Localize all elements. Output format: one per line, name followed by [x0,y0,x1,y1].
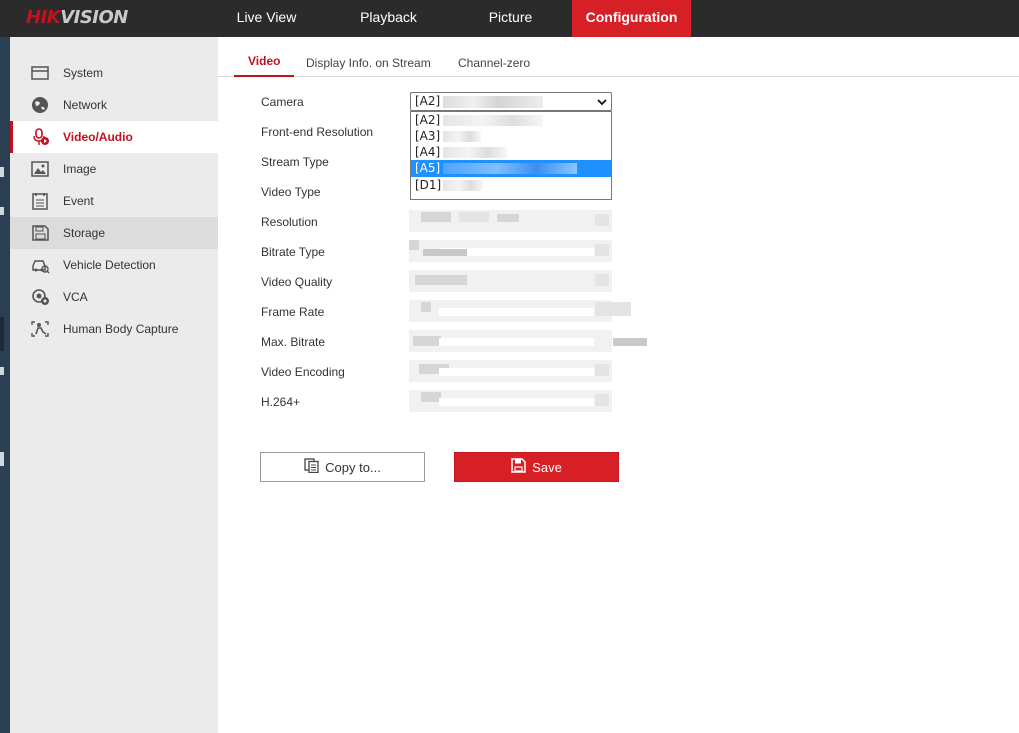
bitrate-type-label: Bitrate Type [261,245,325,259]
sidebar-item-label: Storage [63,226,106,240]
sidebar-item-label: System [63,66,104,80]
stream-type-label: Stream Type [261,155,329,169]
sidebar-item-vca[interactable]: VCA [10,281,218,313]
h264plus-field[interactable] [409,390,612,412]
sidebar-item-label: Vehicle Detection [63,258,156,272]
copy-to-label: Copy to... [325,459,381,475]
sidebar-item-label: Video/Audio [63,130,133,144]
sidebar-item-human-body-capture[interactable]: Human Body Capture [10,313,218,345]
sidebar-item-event[interactable]: Event [10,185,218,217]
tab-display-info-on-stream[interactable]: Display Info. on Stream [306,56,431,79]
sidebar-item-system[interactable]: System [10,57,218,89]
tab-video[interactable]: Video [234,54,295,77]
sidebar-item-label: Image [63,162,97,176]
sidebar-item-label: Network [63,98,108,112]
microphone-icon [30,128,50,146]
sidebar-item-image[interactable]: Image [10,153,218,185]
nav-live-view[interactable]: Live View [219,0,314,37]
desktop-edge [0,37,10,733]
redacted-camera-name [443,96,543,108]
camera-dropdown-list: [A2] [A3] [A4] [A5] [D1] [410,111,612,200]
video-quality-label: Video Quality [261,275,333,289]
camera-option-highlighted[interactable]: [A5] [411,160,611,177]
frame-rate-label: Frame Rate [261,305,325,319]
event-icon [30,192,50,210]
max-bitrate-label: Max. Bitrate [261,335,326,349]
sidebar: System Network Video/Audio Image Event S… [10,37,218,733]
save-button[interactable]: Save [454,452,619,482]
camera-option[interactable]: [A2] [411,112,611,128]
nav-playback[interactable]: Playback [341,0,436,37]
sidebar-item-storage[interactable]: Storage [10,217,218,249]
resolution-label: Resolution [261,215,318,229]
hikvision-logo: HIKVISION [26,7,128,28]
save-icon [511,458,526,476]
video-type-label: Video Type [261,185,321,199]
image-icon [30,160,50,178]
camera-option[interactable]: [A3] [411,128,611,144]
h264plus-label: H.264+ [261,395,301,409]
chevron-down-icon [597,96,607,106]
copy-icon [304,458,319,476]
camera-select[interactable]: [A2] [410,92,612,111]
video-encoding-field[interactable] [409,360,612,382]
human-body-icon [30,320,50,338]
sidebar-item-label: Event [63,194,94,208]
camera-option[interactable]: [A4] [411,144,611,160]
sidebar-item-label: VCA [63,290,88,304]
tab-bar: Video Display Info. on Stream Channel-ze… [218,37,1019,77]
resolution-field[interactable] [409,210,612,232]
system-icon [30,64,50,82]
video-encoding-label: Video Encoding [261,365,345,379]
nav-configuration[interactable]: Configuration [572,0,691,37]
vehicle-detection-icon [30,256,50,274]
front-end-resolution-label: Front-end Resolution [261,125,374,139]
tab-channel-zero[interactable]: Channel-zero [458,56,530,79]
frame-rate-field[interactable] [409,300,631,322]
save-label: Save [532,459,562,475]
sidebar-item-video-audio[interactable]: Video/Audio [10,121,218,153]
video-quality-field[interactable] [409,270,612,292]
sidebar-item-vehicle-detection[interactable]: Vehicle Detection [10,249,218,281]
globe-icon [30,96,50,114]
camera-option[interactable]: [D1] [411,177,611,193]
storage-icon [30,224,50,242]
bitrate-type-field[interactable] [409,240,612,262]
vca-icon [30,288,50,306]
top-navigation-bar: HIKVISION Live View Playback Picture Con… [0,0,1019,37]
max-bitrate-field[interactable] [409,330,647,352]
camera-label: Camera [261,95,304,109]
sidebar-item-label: Human Body Capture [63,322,179,336]
sidebar-item-network[interactable]: Network [10,89,218,121]
copy-to-button[interactable]: Copy to... [260,452,425,482]
nav-picture[interactable]: Picture [463,0,558,37]
